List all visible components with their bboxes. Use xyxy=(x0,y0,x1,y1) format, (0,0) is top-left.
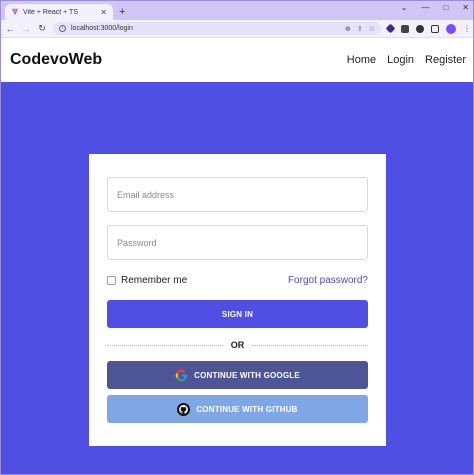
sidebar-icon[interactable] xyxy=(431,24,439,33)
login-hero: Remember me Forgot password? SIGN IN OR xyxy=(1,82,473,474)
new-tab-button[interactable]: + xyxy=(119,6,125,18)
tab-strip: Vite + React + TS ✕ + ⌄ — □ ✕ xyxy=(1,1,473,20)
address-bar[interactable]: i localhost:3000/login ⊕ ⇪ ☆ xyxy=(53,22,381,35)
login-card: Remember me Forgot password? SIGN IN OR xyxy=(89,154,386,446)
brand-logo[interactable]: CodevoWeb xyxy=(10,51,102,69)
puzzle-extension-icon[interactable] xyxy=(401,24,409,33)
or-divider: OR xyxy=(107,339,368,351)
maximize-icon[interactable]: □ xyxy=(443,3,448,12)
sign-in-label: SIGN IN xyxy=(221,309,254,319)
github-logo-icon xyxy=(177,402,191,416)
vite-favicon-icon xyxy=(11,8,19,16)
forgot-password-link[interactable]: Forgot password? xyxy=(288,275,368,286)
page: CodevoWeb Home Login Register Remember m… xyxy=(1,38,473,474)
bookmark-star-icon[interactable]: ☆ xyxy=(369,25,375,33)
browser-window: Vite + React + TS ✕ + ⌄ — □ ✕ ← → ↻ i lo… xyxy=(0,0,474,475)
address-url: localhost:3000/login xyxy=(71,25,133,32)
window-controls: ⌄ — □ ✕ xyxy=(401,3,469,12)
back-icon[interactable]: ← xyxy=(5,24,15,34)
forward-icon[interactable]: → xyxy=(21,24,31,34)
sign-in-button[interactable]: SIGN IN xyxy=(107,300,368,328)
remember-label: Remember me xyxy=(121,274,188,286)
extensions-bar: ⋮ xyxy=(385,23,471,34)
extension-icon[interactable] xyxy=(385,23,396,34)
google-label: CONTINUE WITH GOOGLE xyxy=(194,370,300,380)
nav-home[interactable]: Home xyxy=(347,54,376,66)
divider-line-left xyxy=(107,344,223,346)
menu-kebab-icon[interactable]: ⋮ xyxy=(463,24,471,33)
password-field[interactable] xyxy=(107,225,368,260)
remember-forgot-row: Remember me Forgot password? xyxy=(107,273,368,287)
site-header: CodevoWeb Home Login Register xyxy=(1,38,473,82)
share-icon[interactable]: ⇪ xyxy=(357,25,363,33)
nav-login[interactable]: Login xyxy=(387,54,414,66)
reload-icon[interactable]: ↻ xyxy=(37,23,47,34)
site-info-icon[interactable]: i xyxy=(59,25,66,32)
close-window-icon[interactable]: ✕ xyxy=(462,3,469,12)
browser-toolbar: ← → ↻ i localhost:3000/login ⊕ ⇪ ☆ ⋮ xyxy=(1,20,473,38)
tab-search-icon[interactable]: ⌄ xyxy=(401,3,408,12)
zoom-icon[interactable]: ⊕ xyxy=(345,25,351,33)
or-text: OR xyxy=(230,340,245,350)
profile-ext-icon[interactable] xyxy=(416,24,424,33)
tab-close-icon[interactable]: ✕ xyxy=(100,8,107,17)
continue-with-google-button[interactable]: CONTINUE WITH GOOGLE xyxy=(107,361,368,389)
github-label: CONTINUE WITH GITHUB xyxy=(196,404,298,414)
google-logo-icon xyxy=(175,369,188,381)
remember-checkbox[interactable] xyxy=(107,275,116,285)
minimize-icon[interactable]: — xyxy=(421,3,429,12)
email-field[interactable] xyxy=(107,177,368,212)
tab-vite[interactable]: Vite + React + TS ✕ xyxy=(5,4,113,20)
continue-with-github-button[interactable]: CONTINUE WITH GITHUB xyxy=(107,395,368,423)
divider-line-right xyxy=(252,344,368,346)
main-nav: Home Login Register xyxy=(347,54,466,66)
profile-avatar-icon[interactable] xyxy=(446,23,456,34)
remember-me[interactable]: Remember me xyxy=(107,275,187,286)
nav-register[interactable]: Register xyxy=(425,54,466,66)
tab-title: Vite + React + TS xyxy=(23,8,78,16)
